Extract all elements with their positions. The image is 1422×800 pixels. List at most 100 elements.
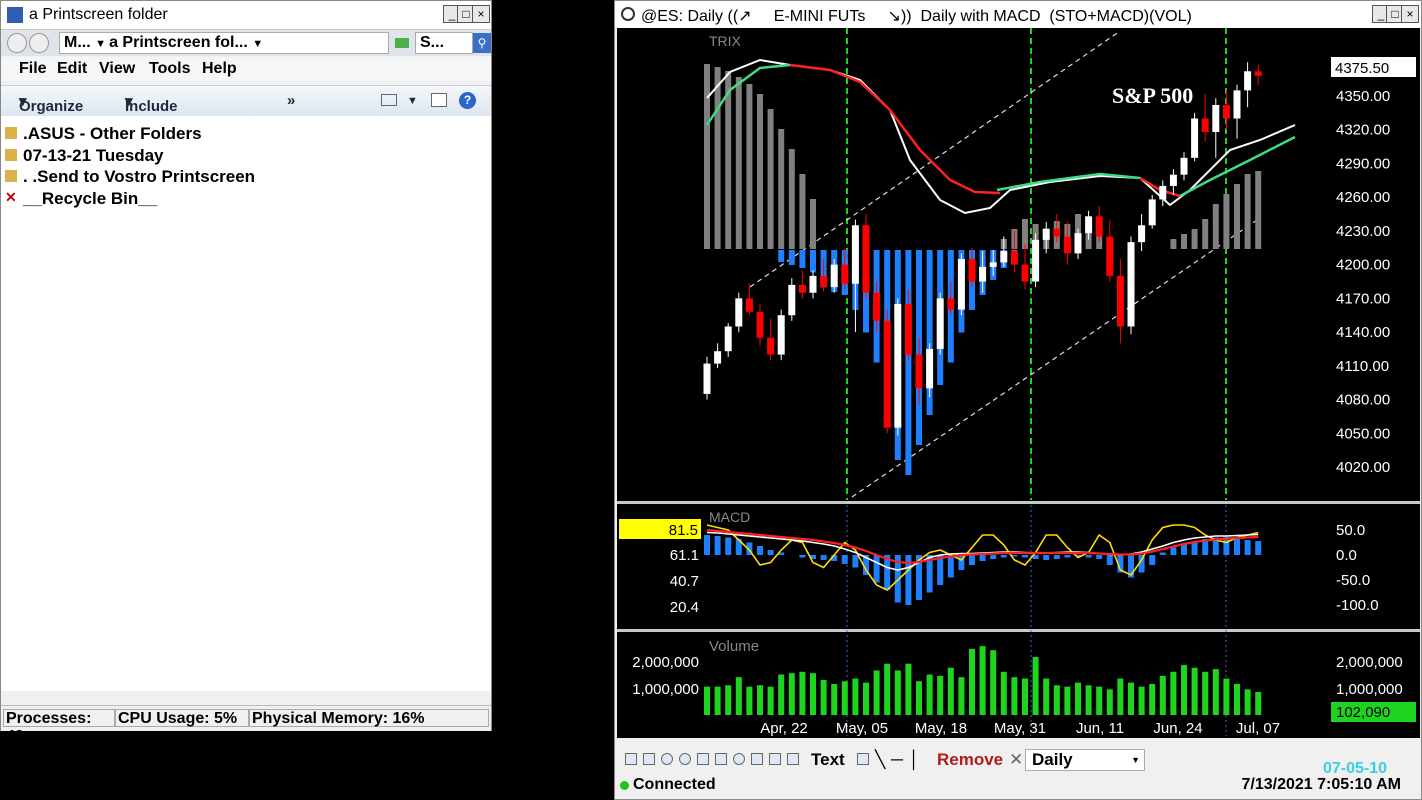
- macd-histogram-bar: [1106, 555, 1113, 565]
- date-tick-label: May, 18: [915, 720, 967, 737]
- interval-select[interactable]: Daily ▼: [1025, 749, 1145, 771]
- chevron-down-icon[interactable]: ▼: [407, 95, 418, 107]
- list-item[interactable]: ✕ __Recycle Bin__: [5, 189, 157, 209]
- close-button[interactable]: ×: [1401, 5, 1419, 23]
- candle-body: [724, 326, 732, 352]
- trix-bar: [1191, 229, 1198, 249]
- candle-body: [904, 303, 912, 355]
- candle-body: [1116, 275, 1124, 327]
- price-panel-histogram-bar: [788, 250, 795, 265]
- organize-button[interactable]: Organize ▾: [19, 92, 83, 115]
- macd-histogram-bar: [1181, 544, 1187, 555]
- note-tool-icon[interactable]: [787, 753, 799, 765]
- candle-body: [894, 303, 902, 428]
- processes-count: Processes: 43: [3, 709, 115, 745]
- menu-tools[interactable]: Tools: [149, 60, 190, 78]
- list-item[interactable]: 07-13-21 Tuesday: [5, 146, 163, 166]
- include-in-library-button[interactable]: Include in library ▾: [125, 92, 178, 149]
- view-options-icon[interactable]: [381, 94, 397, 106]
- hline-tool-icon[interactable]: ─: [891, 750, 903, 770]
- candle-body: [1042, 228, 1050, 240]
- remove-drawings-button[interactable]: Remove: [937, 750, 1003, 770]
- close-icon[interactable]: ✕: [1009, 750, 1023, 770]
- drawing-toolbar: Text ╲ ─ │ Remove ✕ Daily ▼: [615, 747, 1421, 773]
- chart-tool-icon[interactable]: [643, 753, 655, 765]
- macd-histogram-bar: [990, 555, 997, 559]
- zoom-out-icon[interactable]: [679, 753, 691, 765]
- cursor-tool-icon[interactable]: [625, 753, 637, 765]
- menu-view[interactable]: View: [99, 60, 135, 78]
- menu-file[interactable]: File: [19, 60, 47, 78]
- chevron-down-icon[interactable]: ▼: [252, 38, 263, 50]
- list-item[interactable]: . .Send to Vostro Printscreen: [5, 167, 255, 187]
- trendline-tool-icon[interactable]: ╲: [875, 750, 885, 770]
- text-tool-button[interactable]: Text: [811, 750, 845, 770]
- ellipse-tool-icon[interactable]: [733, 753, 745, 765]
- line-tool-icon[interactable]: [769, 753, 781, 765]
- price-panel-histogram-bar: [905, 250, 912, 475]
- address-path[interactable]: a Printscreen fol...: [109, 34, 248, 51]
- volume-bar: [894, 670, 901, 715]
- trix-bar: [714, 67, 721, 249]
- candle-body: [767, 337, 775, 355]
- trix-bar: [735, 77, 742, 249]
- address-root[interactable]: M...: [64, 34, 91, 51]
- candle-body: [883, 320, 891, 428]
- candle-body: [1148, 199, 1156, 226]
- volume-bar: [863, 682, 869, 715]
- forward-button[interactable]: [29, 33, 49, 53]
- macd-histogram-bar: [1022, 555, 1028, 558]
- pencil-tool-icon[interactable]: [751, 753, 763, 765]
- volume-bar: [1053, 685, 1060, 715]
- candle-body: [756, 311, 764, 338]
- search-input[interactable]: S...: [415, 32, 473, 54]
- rectangle-tool-icon[interactable]: [715, 753, 727, 765]
- menu-help[interactable]: Help: [202, 60, 237, 78]
- macd-histogram-bar: [841, 555, 848, 564]
- candle-body: [714, 351, 722, 364]
- back-button[interactable]: [7, 33, 27, 53]
- trix-bar: [799, 174, 806, 249]
- close-button[interactable]: ×: [472, 5, 490, 23]
- edit-icon[interactable]: [857, 753, 869, 765]
- trix-bar: [1255, 171, 1262, 249]
- candle-body: [926, 348, 934, 389]
- candle-body: [1244, 71, 1252, 91]
- volume-bar: [958, 677, 965, 715]
- folder-icon: [5, 127, 17, 139]
- volume-bar: [810, 673, 816, 715]
- search-icon[interactable]: ⚲: [473, 33, 491, 53]
- vline-tool-icon[interactable]: │: [909, 750, 920, 770]
- macd-histogram-bar: [1170, 547, 1177, 555]
- address-field[interactable]: M... ▼ a Printscreen fol... ▼: [59, 32, 389, 54]
- folder-window-icon: [7, 7, 23, 23]
- zoom-in-icon[interactable]: [661, 753, 673, 765]
- volume-bar: [714, 686, 721, 715]
- price-tick-label: 4140.00: [1336, 324, 1390, 341]
- more-commands-button[interactable]: »: [287, 92, 295, 109]
- macd-histogram-bar: [1244, 540, 1251, 555]
- date-tick-label: Jun, 11: [1076, 720, 1124, 737]
- candle-body: [851, 225, 859, 284]
- volume-bar: [1181, 665, 1187, 715]
- app-logo-icon: [621, 7, 635, 21]
- menu-edit[interactable]: Edit: [57, 60, 87, 78]
- connection-indicator-icon: [620, 781, 629, 790]
- volume-bar: [1159, 675, 1166, 715]
- candle-body: [788, 284, 796, 316]
- volume-bar: [767, 686, 774, 715]
- volume-bar: [1022, 678, 1028, 715]
- candle-body: [1159, 185, 1167, 200]
- chart-title-bar[interactable]: @ES: Daily ((↗ E-MINI FUTs ↘)) Daily wit…: [615, 1, 1421, 29]
- list-item[interactable]: .ASUS - Other Folders: [5, 124, 202, 144]
- volume-bar: [1032, 656, 1039, 715]
- chevron-down-icon[interactable]: ▼: [95, 38, 109, 50]
- pan-icon[interactable]: [697, 753, 709, 765]
- chart-area[interactable]: 4350.00 4320.00 4290.00 4260.00 4230.00 4200.…: [617, 28, 1420, 738]
- help-icon[interactable]: ?: [459, 92, 476, 109]
- explorer-title-bar[interactable]: a Printscreen folder _ □ ×: [1, 1, 491, 30]
- refresh-icon[interactable]: [395, 38, 409, 48]
- price-tick-label: 4350.00: [1336, 88, 1390, 105]
- macd-histogram-bar: [1255, 541, 1262, 555]
- preview-pane-icon[interactable]: [431, 93, 447, 107]
